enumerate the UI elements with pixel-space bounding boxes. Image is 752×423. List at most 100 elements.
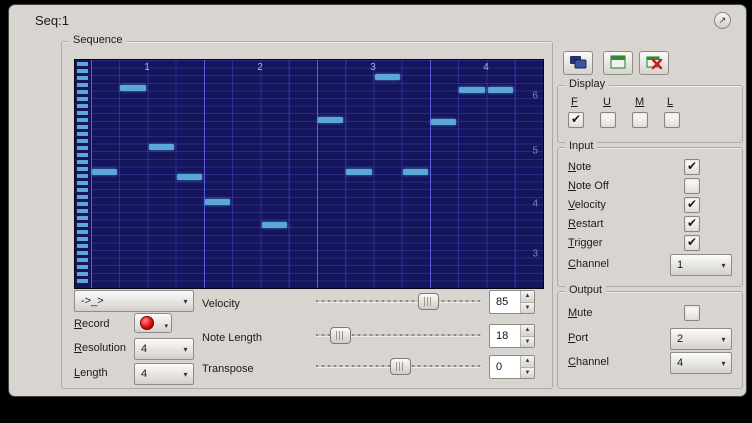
- delete-button[interactable]: [639, 51, 669, 75]
- input-note-label: Note: [568, 161, 591, 173]
- velocity-spinbox[interactable]: 85 ▲ ▼: [489, 290, 535, 314]
- resolution-value: 4: [135, 343, 178, 355]
- slider-handle[interactable]: [418, 293, 439, 310]
- display-checkbox-f[interactable]: ✔: [568, 112, 584, 128]
- sequence-group-label: Sequence: [69, 34, 127, 46]
- beat-label: 3: [370, 62, 376, 73]
- note-bar[interactable]: [205, 199, 230, 205]
- chevron-down-icon: ▾: [716, 261, 731, 270]
- output-mute-label: Mute: [568, 307, 592, 319]
- output-port-select[interactable]: 2 ▾: [670, 328, 732, 350]
- resolution-label: Resolution: [74, 342, 126, 354]
- note-length-value: 18: [490, 325, 520, 347]
- chevron-down-icon: ▾: [178, 345, 193, 354]
- output-group-label: Output: [565, 284, 606, 296]
- spin-down-icon[interactable]: ▼: [521, 303, 534, 314]
- window-title: Seq:1: [35, 13, 69, 28]
- slider-handle[interactable]: [390, 358, 411, 375]
- pattern-select[interactable]: ->_> ▾: [74, 290, 194, 312]
- input-note-checkbox[interactable]: ✔: [684, 159, 700, 175]
- record-label: Record: [74, 318, 109, 330]
- beat-label: 1: [144, 62, 150, 73]
- note-bar[interactable]: [318, 117, 343, 123]
- seq-window: Seq:1 ↗ Sequence 1 2 3 4 6 5 4 3 ->_> ▾ …: [8, 4, 747, 397]
- chevron-down-icon: ▾: [178, 370, 193, 379]
- input-group-label: Input: [565, 140, 597, 152]
- slider-handle[interactable]: [330, 327, 351, 344]
- display-option-label-f: F: [571, 96, 578, 108]
- display-checkbox-m[interactable]: [632, 112, 648, 128]
- octave-label: 4: [532, 198, 538, 209]
- input-channel-value: 1: [671, 259, 716, 271]
- clone-button[interactable]: [563, 51, 593, 75]
- note-bar[interactable]: [177, 174, 202, 180]
- spin-up-icon[interactable]: ▲: [521, 356, 534, 368]
- note-length-slider[interactable]: [316, 326, 481, 344]
- note-bar[interactable]: [262, 222, 287, 228]
- resolution-select[interactable]: 4 ▾: [134, 338, 194, 360]
- length-value: 4: [135, 368, 178, 380]
- chevron-down-icon: ▾: [164, 322, 168, 332]
- display-group: Display F U M L ✔: [557, 85, 743, 143]
- display-option-label-u: U: [603, 96, 611, 108]
- note-length-spinbox[interactable]: 18 ▲ ▼: [489, 324, 535, 348]
- note-grid[interactable]: 1 2 3 4 6 5 4 3: [74, 59, 544, 289]
- input-group: Input Note ✔ Note Off Velocity ✔ Restart…: [557, 147, 743, 287]
- input-channel-label: Channel: [568, 258, 609, 270]
- delete-icon: [645, 54, 663, 73]
- velocity-slider[interactable]: [316, 292, 481, 310]
- record-button[interactable]: ▾: [134, 313, 172, 333]
- velocity-value: 85: [490, 291, 520, 313]
- note-bar[interactable]: [149, 144, 174, 150]
- input-velocity-checkbox[interactable]: ✔: [684, 197, 700, 213]
- slider-track[interactable]: [316, 300, 481, 302]
- display-option-label-m: M: [635, 96, 644, 108]
- input-restart-checkbox[interactable]: ✔: [684, 216, 700, 232]
- input-velocity-label: Velocity: [568, 199, 606, 211]
- beat-label: 4: [483, 62, 489, 73]
- output-channel-label: Channel: [568, 356, 609, 368]
- length-select[interactable]: 4 ▾: [134, 363, 194, 385]
- display-group-label: Display: [565, 78, 609, 90]
- chevron-down-icon: ▾: [178, 297, 193, 306]
- display-checkbox-l[interactable]: [664, 112, 680, 128]
- input-trigger-label: Trigger: [568, 237, 602, 249]
- input-note-off-label: Note Off: [568, 180, 609, 192]
- note-bar[interactable]: [488, 87, 513, 93]
- transpose-label: Transpose: [202, 363, 254, 375]
- output-port-value: 2: [671, 333, 716, 345]
- chevron-down-icon: ▾: [716, 335, 731, 344]
- octave-label: 5: [532, 146, 538, 157]
- pattern-value: ->_>: [75, 295, 178, 307]
- input-restart-label: Restart: [568, 218, 603, 230]
- sequence-group: Sequence 1 2 3 4 6 5 4 3 ->_> ▾ Record ▾…: [61, 41, 553, 389]
- chevron-down-icon: ▾: [716, 359, 731, 368]
- note-bar[interactable]: [431, 119, 456, 125]
- output-channel-select[interactable]: 4 ▾: [670, 352, 732, 374]
- note-bar[interactable]: [92, 169, 117, 175]
- note-bar[interactable]: [375, 74, 400, 80]
- output-group: Output Mute Port 2 ▾ Channel 4 ▾: [557, 291, 743, 389]
- note-bar[interactable]: [403, 169, 428, 175]
- spin-down-icon[interactable]: ▼: [521, 368, 534, 379]
- note-bar[interactable]: [120, 85, 145, 91]
- detach-icon: ↗: [719, 15, 727, 25]
- rename-button[interactable]: [603, 51, 633, 75]
- detach-button[interactable]: ↗: [714, 12, 731, 29]
- display-checkbox-u[interactable]: [600, 112, 616, 128]
- spin-up-icon[interactable]: ▲: [521, 325, 534, 337]
- transpose-spinbox[interactable]: 0 ▲ ▼: [489, 355, 535, 379]
- note-bar[interactable]: [346, 169, 371, 175]
- note-length-label: Note Length: [202, 332, 262, 344]
- octave-label: 6: [532, 91, 538, 102]
- input-channel-select[interactable]: 1 ▾: [670, 254, 732, 276]
- output-mute-checkbox[interactable]: [684, 305, 700, 321]
- input-trigger-checkbox[interactable]: ✔: [684, 235, 700, 251]
- transpose-slider[interactable]: [316, 357, 481, 375]
- velocity-label: Velocity: [202, 298, 240, 310]
- keyboard-strip: [77, 62, 88, 286]
- spin-up-icon[interactable]: ▲: [521, 291, 534, 303]
- note-bar[interactable]: [459, 87, 484, 93]
- input-note-off-checkbox[interactable]: [684, 178, 700, 194]
- spin-down-icon[interactable]: ▼: [521, 337, 534, 348]
